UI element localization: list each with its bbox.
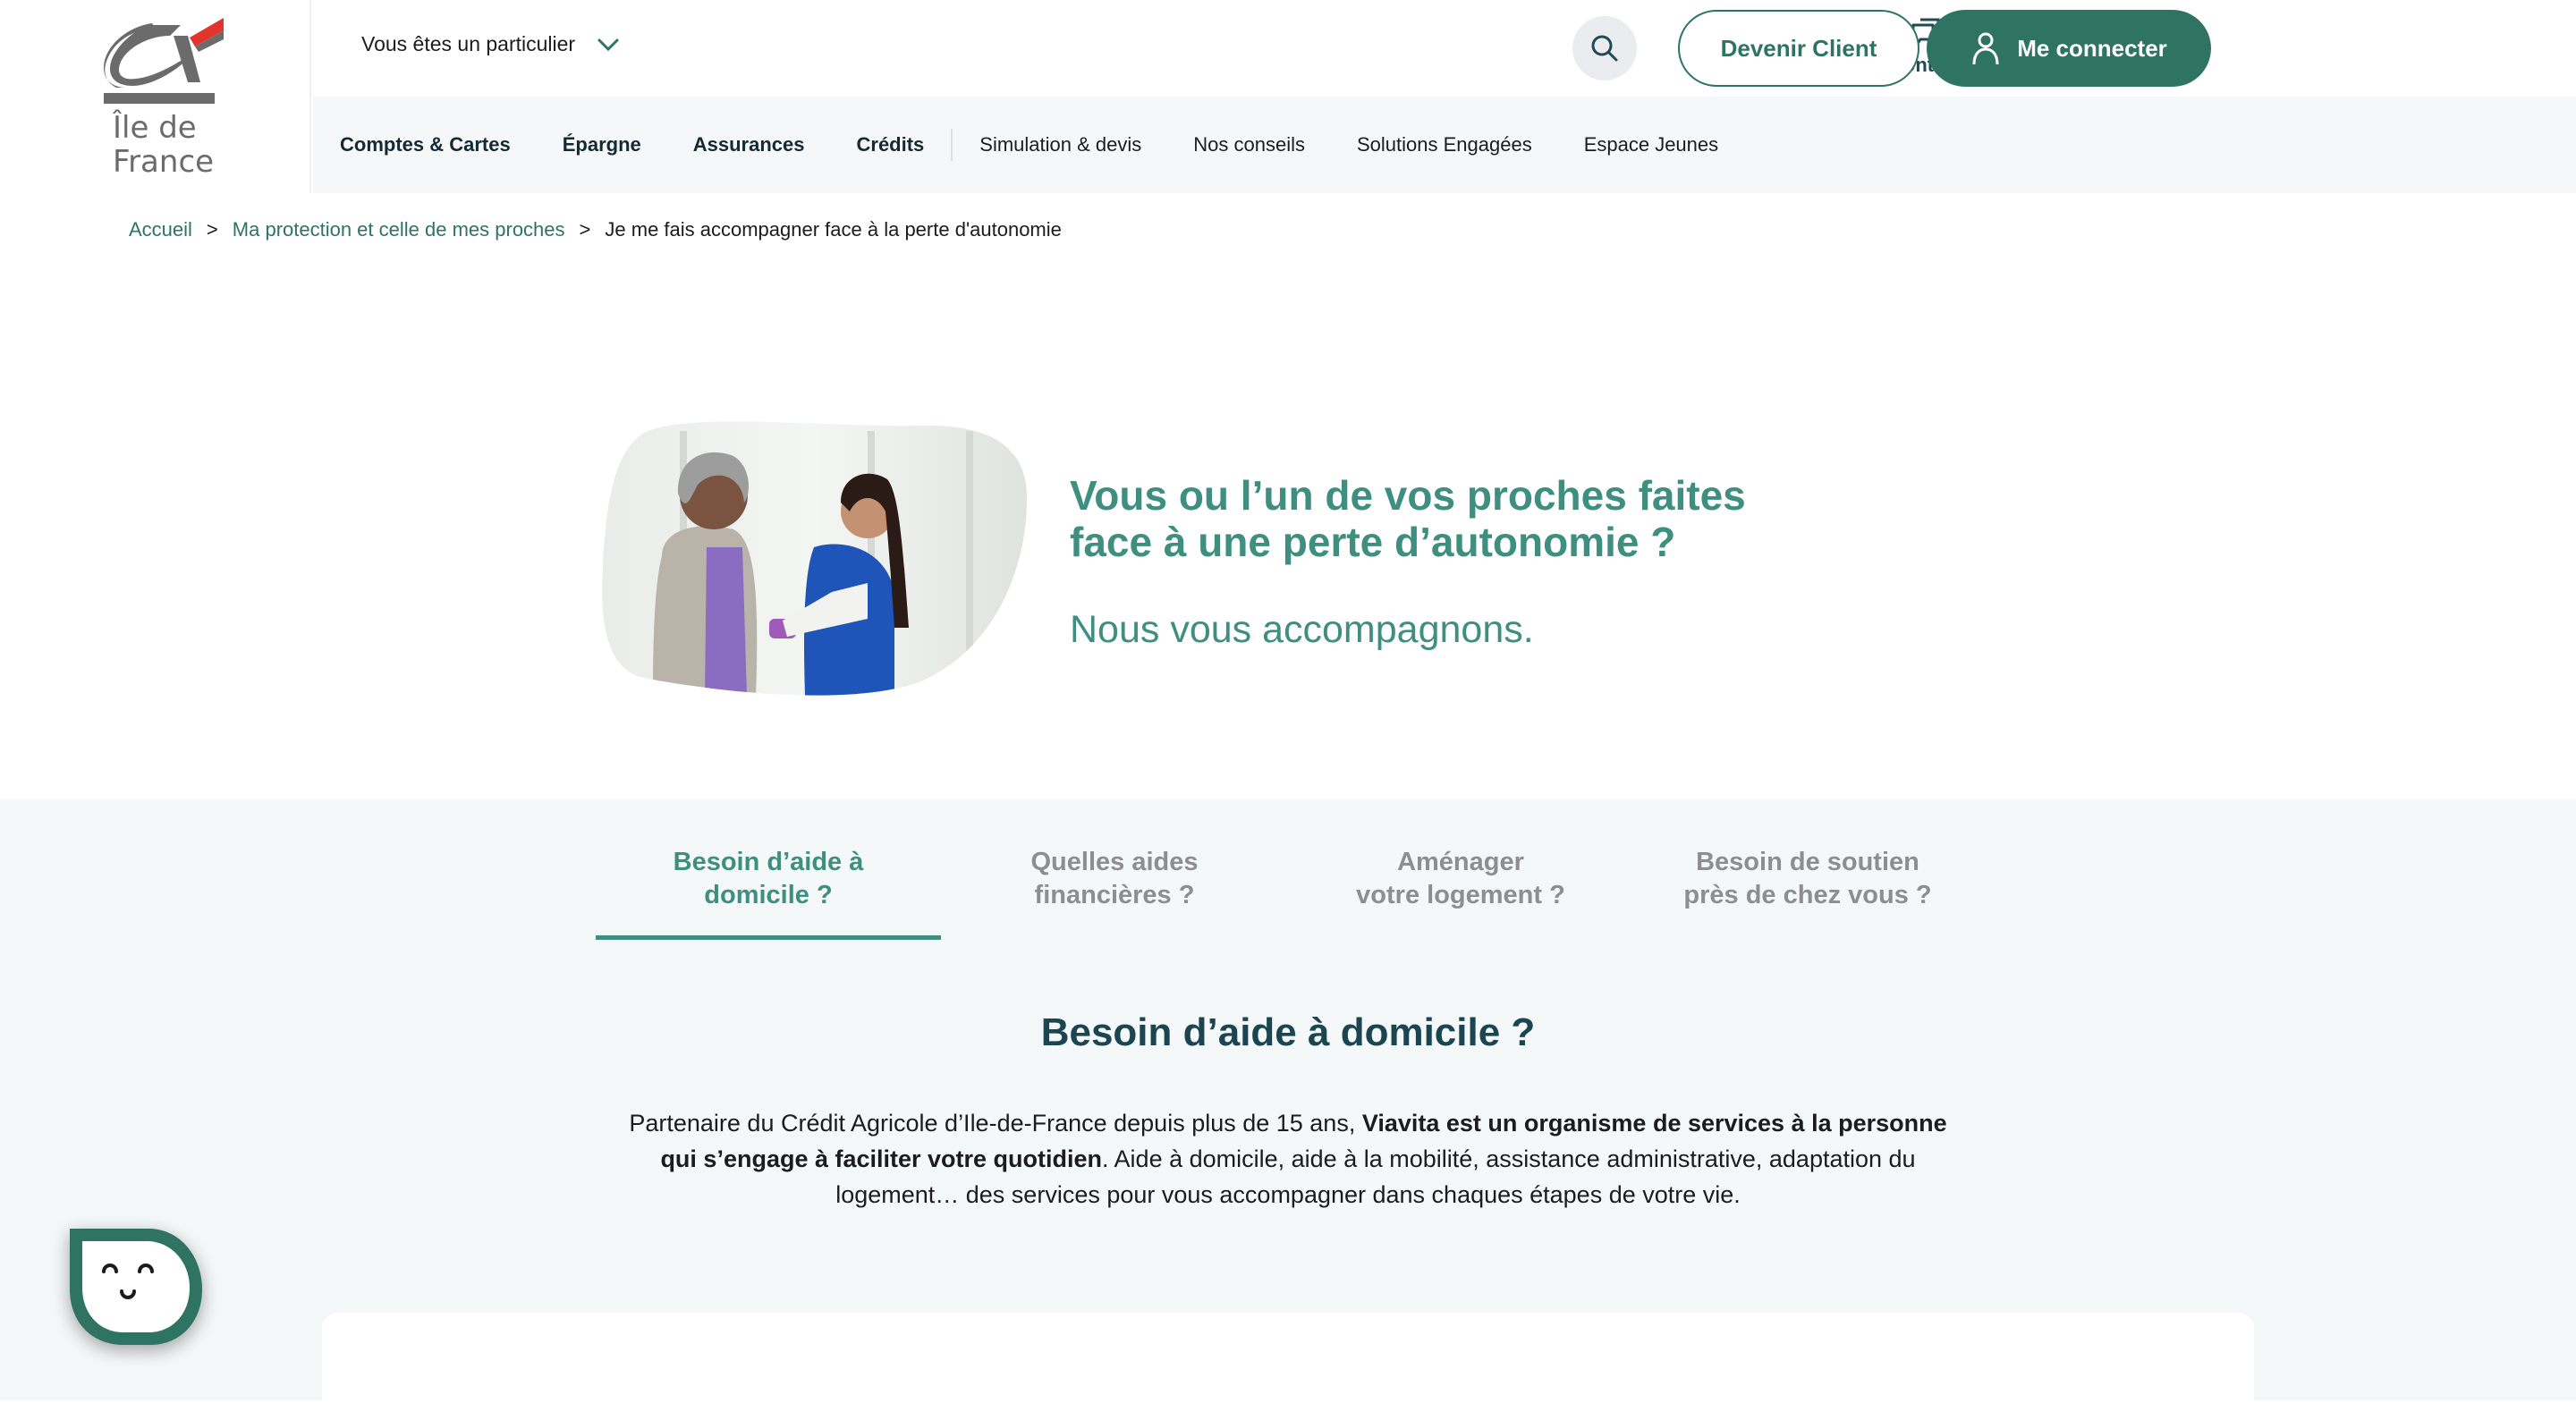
- hero-title-line-1: Vous ou l’un de vos proches faites: [1070, 472, 1746, 519]
- become-client-button[interactable]: Devenir Client: [1678, 10, 1919, 87]
- active-tab-indicator: [596, 935, 941, 940]
- top-bar: Vous êtes un particulier Nous trouver Co…: [313, 0, 2576, 97]
- nav-item-assurances[interactable]: Assurances: [693, 133, 805, 156]
- section-description: Partenaire du Crédit Agricole d’Ile-de-F…: [617, 1105, 1959, 1213]
- hero-subtitle: Nous vous accompagnons.: [1070, 608, 1534, 651]
- assistance-tabs-section: Besoin d’aide à domicile ? Quelles aides…: [0, 799, 2576, 1420]
- user-icon: [1972, 32, 1999, 65]
- breadcrumb-separator: >: [206, 218, 218, 241]
- become-client-label: Devenir Client: [1720, 34, 1877, 62]
- hero-image: [602, 421, 1028, 696]
- search-icon: [1591, 35, 1618, 62]
- profile-selector-label: Vous êtes un particulier: [361, 32, 576, 55]
- breadcrumb: Accueil > Ma protection et celle de mes …: [129, 218, 1062, 241]
- search-button[interactable]: [1572, 16, 1637, 80]
- chatbot-launcher[interactable]: [68, 1227, 204, 1347]
- hero-title-line-2: face à une perte d’autonomie ?: [1070, 519, 1676, 565]
- tab-amenager-logement[interactable]: Aménager votre logement ?: [1288, 846, 1633, 912]
- nav-item-simulation-devis[interactable]: Simulation & devis: [979, 133, 1141, 156]
- region-line-2: France: [113, 144, 215, 180]
- logo-link[interactable]: Île de France: [0, 0, 309, 193]
- login-button[interactable]: Me connecter: [1927, 10, 2211, 87]
- breadcrumb-protection[interactable]: Ma protection et celle de mes proches: [233, 218, 565, 241]
- breadcrumb-home[interactable]: Accueil: [129, 218, 192, 241]
- chevron-down-icon: [597, 38, 619, 51]
- tab-label-line-2: domicile ?: [704, 881, 833, 909]
- region-line-1: Île de: [113, 110, 197, 146]
- hero-title: Vous ou l’un de vos proches faites face …: [1070, 472, 1875, 565]
- tab-label-line-2: près de chez vous ?: [1683, 881, 1932, 909]
- nav-item-nos-conseils[interactable]: Nos conseils: [1193, 133, 1305, 156]
- nav-item-solutions-engagees[interactable]: Solutions Engagées: [1357, 133, 1532, 156]
- credit-agricole-logo-icon: [104, 18, 224, 104]
- login-label: Me connecter: [2017, 34, 2167, 62]
- logo-column: Île de France: [0, 0, 311, 193]
- main-navigation: Comptes & Cartes Épargne Assurances Créd…: [313, 97, 2576, 193]
- tab-label-line-1: Aménager: [1397, 848, 1524, 876]
- tab-soutien-proximite[interactable]: Besoin de soutien près de chez vous ?: [1635, 846, 1980, 912]
- breadcrumb-separator: >: [579, 218, 591, 241]
- content-card: [322, 1313, 2254, 1420]
- profile-selector[interactable]: Vous êtes un particulier: [361, 32, 620, 56]
- region-name: Île de France: [113, 111, 214, 179]
- site-header: Île de France Vous êtes un particulier N…: [0, 0, 2576, 193]
- tab-label-line-1: Besoin d’aide à: [673, 848, 864, 876]
- section-title: Besoin d’aide à domicile ?: [1040, 1010, 1536, 1054]
- tab-label-line-1: Besoin de soutien: [1696, 848, 1919, 876]
- tab-label-line-2: votre logement ?: [1356, 881, 1565, 909]
- nav-item-epargne[interactable]: Épargne: [563, 133, 641, 156]
- description-text: Partenaire du Crédit Agricole d’Ile-de-F…: [629, 1110, 1362, 1137]
- nav-item-credits[interactable]: Crédits: [857, 133, 925, 156]
- nav-item-comptes-cartes[interactable]: Comptes & Cartes: [340, 133, 511, 156]
- tab-label-line-2: financières ?: [1034, 881, 1195, 909]
- nav-divider: [951, 129, 953, 161]
- tab-aides-financieres[interactable]: Quelles aides financières ?: [942, 846, 1287, 912]
- tab-aide-domicile[interactable]: Besoin d’aide à domicile ?: [596, 846, 941, 912]
- tab-label-line-1: Quelles aides: [1030, 848, 1199, 876]
- nav-item-espace-jeunes[interactable]: Espace Jeunes: [1584, 133, 1718, 156]
- breadcrumb-current: Je me fais accompagner face à la perte d…: [605, 218, 1062, 241]
